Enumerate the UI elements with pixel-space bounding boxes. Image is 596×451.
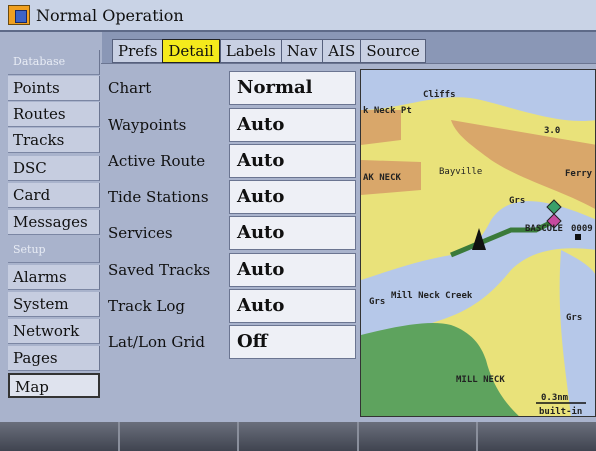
sidebar-item-card[interactable]: Card — [8, 183, 100, 208]
softkey-1[interactable] — [0, 422, 120, 451]
map-label-grs-2: Grs — [369, 297, 385, 307]
map-label-depth: 3.0 — [544, 126, 560, 136]
map-label-cliffs: Cliffs — [423, 89, 456, 100]
title-bar: Normal Operation — [0, 0, 596, 32]
chart-preview[interactable]: Cliffs k Neck Pt 3.0 Bayville AK NECK Fe… — [360, 69, 596, 417]
softkey-4[interactable] — [358, 422, 479, 451]
chart-label: Chart — [108, 79, 152, 97]
sidebar-item-map[interactable]: Map — [8, 373, 100, 398]
map-label-mill-neck-creek: Mill Neck Creek — [391, 290, 473, 301]
tide-stations-label: Tide Stations — [108, 188, 209, 206]
sidebar-item-dsc[interactable]: DSC — [8, 156, 100, 181]
softkey-bar — [0, 422, 596, 451]
track-log-value-field[interactable]: Auto — [229, 289, 356, 323]
map-source-label: built-in — [539, 406, 582, 417]
sidebar: Database Points Routes Tracks DSC Card M… — [0, 32, 102, 422]
map-label-ak-neck: AK NECK — [363, 173, 402, 183]
window-title: Normal Operation — [36, 5, 184, 25]
softkey-3[interactable] — [239, 422, 359, 451]
tide-stations-value-field[interactable]: Auto — [229, 180, 356, 214]
sidebar-item-pages[interactable]: Pages — [8, 346, 100, 371]
map-label-grs-3: Grs — [566, 313, 582, 323]
sidebar-header-setup: Setup — [8, 238, 100, 263]
map-label-ferry: Ferry I — [565, 169, 596, 179]
lat-lon-grid-value-field[interactable]: Off — [229, 325, 356, 359]
saved-tracks-value-field[interactable]: Auto — [229, 253, 356, 287]
sidebar-item-system[interactable]: System — [8, 292, 100, 317]
softkey-2[interactable] — [119, 422, 240, 451]
tab-prefs[interactable]: Prefs — [112, 39, 163, 63]
services-label: Services — [108, 224, 173, 242]
sidebar-item-alarms[interactable]: Alarms — [8, 265, 100, 290]
map-label-bascule: BASCULE — [525, 224, 563, 234]
tab-detail[interactable]: Detail — [162, 39, 220, 63]
map-label-grs-1: Grs — [509, 196, 525, 206]
map-label-neck-pt: k Neck Pt — [363, 106, 412, 116]
chart-preview-svg: Cliffs k Neck Pt 3.0 Bayville AK NECK Fe… — [361, 70, 596, 417]
waypoints-label: Waypoints — [108, 116, 187, 134]
map-label-mill-neck: MILL NECK — [456, 375, 505, 385]
sidebar-item-points[interactable]: Points — [8, 76, 100, 101]
waypoints-value-field[interactable]: Auto — [229, 108, 356, 142]
sidebar-header-database: Database — [8, 50, 100, 75]
tab-labels[interactable]: Labels — [219, 39, 281, 63]
tab-source[interactable]: Source — [360, 39, 426, 63]
active-route-label: Active Route — [108, 152, 206, 170]
chart-value-field[interactable]: Normal — [229, 71, 356, 105]
track-log-label: Track Log — [108, 297, 185, 315]
tab-nav[interactable]: Nav — [280, 39, 323, 63]
sidebar-item-messages[interactable]: Messages — [8, 210, 100, 235]
lat-lon-grid-label: Lat/Lon Grid — [108, 333, 205, 351]
softkey-5[interactable] — [478, 422, 596, 451]
active-route-value-field[interactable]: Auto — [229, 144, 356, 178]
sidebar-item-network[interactable]: Network — [8, 319, 100, 344]
chartplotter-app-icon — [8, 5, 30, 25]
tab-bar: Prefs Detail Labels Nav AIS Source — [112, 39, 426, 63]
bascule-marker-icon — [575, 234, 581, 240]
sidebar-item-routes[interactable]: Routes — [8, 102, 100, 127]
map-scale-label: 0.3nm — [541, 393, 569, 403]
saved-tracks-label: Saved Tracks — [108, 261, 211, 279]
sidebar-item-tracks[interactable]: Tracks — [8, 128, 100, 153]
map-label-bayville: Bayville — [439, 167, 482, 177]
tab-ais[interactable]: AIS — [322, 39, 361, 63]
services-value-field[interactable]: Auto — [229, 216, 356, 250]
map-label-bascule-number: 0009 — [571, 224, 593, 234]
